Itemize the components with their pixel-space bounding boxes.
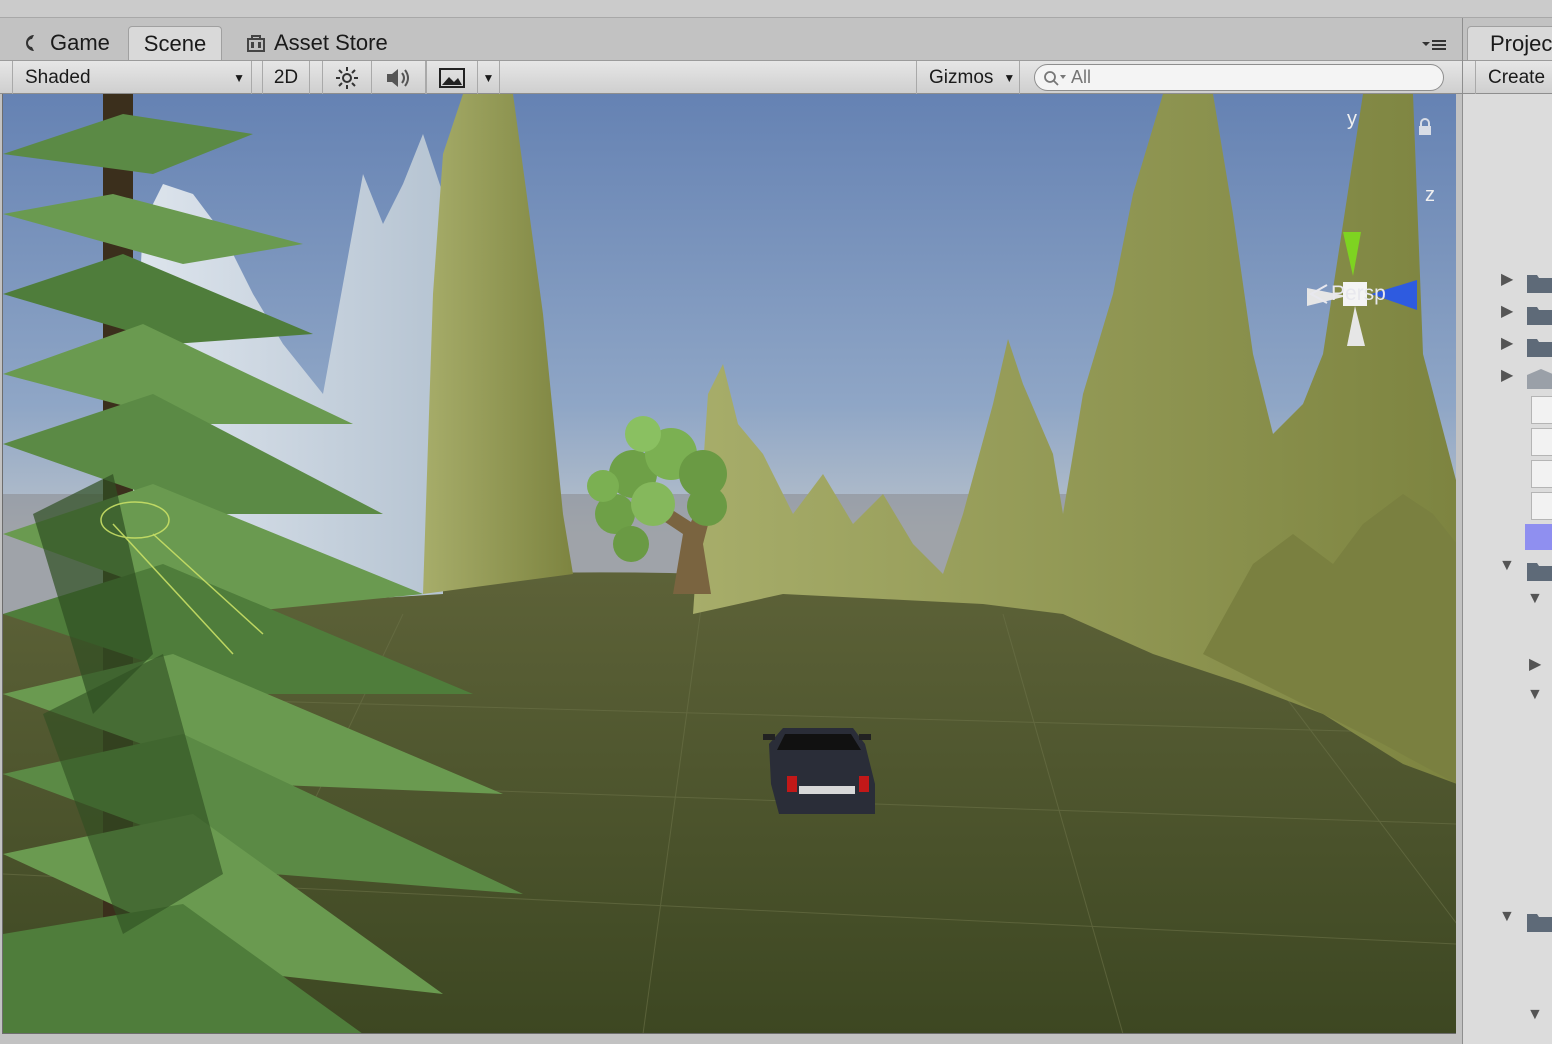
tree-row[interactable]: ▶ (1463, 365, 1552, 393)
file-icon (1531, 428, 1552, 456)
chevron-down-icon: ▼ (482, 70, 495, 85)
search-input[interactable] (1071, 67, 1431, 88)
unity-logo-icon (26, 35, 34, 51)
draw-mode-label: Shaded (25, 66, 91, 88)
tab-asset-store-label: Asset Store (274, 30, 388, 55)
projection-label: Persp (1331, 282, 1386, 305)
lighting-toggle[interactable] (322, 61, 372, 94)
collapse-arrow-icon: ▼ (1499, 557, 1515, 574)
search-icon (1044, 70, 1066, 86)
tree-row[interactable]: ▼ (1463, 557, 1552, 585)
chevron-left-icon (1308, 284, 1328, 304)
folder-icon (1527, 339, 1552, 357)
expand-arrow-icon: ▶ (1501, 335, 1514, 352)
project-tree: ▶ ▶ ▶ ▶ ▼ ▼ ▶ ▼ ▼ ▼ (1463, 94, 1552, 1044)
selection-highlight (1525, 524, 1552, 550)
collapse-arrow-icon: ▼ (1527, 590, 1543, 607)
orientation-gizmo[interactable] (1297, 206, 1437, 356)
tab-game[interactable]: Game (10, 26, 120, 60)
folder-icon (1527, 307, 1552, 325)
tree-row[interactable]: ▶ (1463, 301, 1552, 329)
file-icon (1531, 460, 1552, 488)
projection-toggle[interactable]: Persp (1307, 282, 1386, 306)
scene-viewport[interactable]: y z Persp (2, 94, 1456, 1034)
shop-icon (247, 35, 265, 52)
tree-row[interactable]: ▶ (1463, 654, 1552, 682)
gizmos-label: Gizmos (929, 66, 994, 88)
expand-arrow-icon: ▶ (1501, 303, 1514, 320)
axis-y-label: y (1347, 108, 1357, 130)
tab-game-label: Game (50, 30, 110, 55)
tree-row[interactable]: ▼ (1463, 686, 1552, 714)
project-toolbar: Create (1463, 60, 1552, 94)
folder-icon (1527, 914, 1552, 932)
car-model (763, 728, 875, 814)
expand-arrow-icon: ▶ (1501, 367, 1514, 384)
tab-project-label: Project (1490, 30, 1552, 56)
image-icon (439, 67, 465, 88)
package-icon (1527, 369, 1552, 389)
tab-asset-store[interactable]: Asset Store (236, 26, 398, 60)
folder-icon (1527, 275, 1552, 293)
tree-row[interactable] (1463, 428, 1552, 456)
effects-dropdown[interactable]: ▼ (478, 61, 500, 94)
tab-project[interactable]: Project (1467, 26, 1552, 60)
sun-icon (336, 66, 358, 89)
collapse-arrow-icon: ▼ (1527, 1006, 1543, 1023)
speaker-icon (386, 68, 409, 87)
tree-row[interactable]: ▶ (1463, 269, 1552, 297)
tree-row[interactable] (1463, 396, 1552, 424)
chevron-down-icon: ▼ (1003, 70, 1016, 85)
scene-tab-bar: Game Scene Asset Store (0, 18, 1462, 60)
scene-search-field[interactable] (1034, 64, 1444, 91)
expand-arrow-icon: ▶ (1529, 656, 1542, 673)
file-icon (1531, 492, 1552, 520)
chevron-down-icon: ▼ (233, 71, 245, 85)
file-icon (1531, 396, 1552, 424)
lock-icon[interactable] (1417, 118, 1433, 136)
gizmos-dropdown[interactable]: Gizmos ▼ (916, 61, 1020, 94)
project-panel: Project Create ▶ ▶ ▶ ▶ ▼ ▼ ▶ ▼ ▼ ▼ (1462, 18, 1552, 1044)
draw-mode-dropdown[interactable]: Shaded ▼ (12, 61, 252, 94)
tree-row[interactable]: ▶ (1463, 333, 1552, 361)
effects-toggle[interactable] (426, 61, 478, 94)
collapse-arrow-icon: ▼ (1499, 908, 1515, 925)
tab-scene-label: Scene (143, 30, 207, 56)
mode-2d-label: 2D (273, 66, 299, 88)
window-top-strip (0, 0, 1552, 18)
scene-toolbar: Shaded ▼ 2D ▼ Gizmos ▼ (0, 60, 1462, 94)
tree-row-selected[interactable] (1463, 522, 1552, 550)
scene-render (3, 94, 1456, 1033)
tree-row[interactable] (1463, 492, 1552, 520)
collapse-arrow-icon: ▼ (1527, 686, 1543, 703)
bottom-edge (0, 1034, 1462, 1044)
tree-row[interactable]: ▼ (1463, 1006, 1552, 1034)
mode-2d-button[interactable]: 2D (262, 61, 310, 94)
create-label: Create (1488, 66, 1546, 88)
axis-z-label: z (1425, 184, 1435, 206)
tree-row[interactable]: ▼ (1463, 908, 1552, 936)
tree-row[interactable]: ▼ (1463, 590, 1552, 618)
folder-icon (1527, 563, 1552, 581)
tab-menu-icon[interactable] (1420, 36, 1448, 54)
expand-arrow-icon: ▶ (1501, 271, 1514, 288)
audio-toggle[interactable] (372, 61, 426, 94)
tree-row[interactable] (1463, 460, 1552, 488)
create-button[interactable]: Create (1475, 61, 1552, 94)
tab-scene[interactable]: Scene (128, 26, 222, 60)
